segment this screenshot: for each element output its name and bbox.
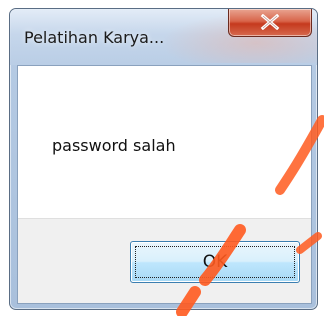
title-bar: Pelatihan Karya... [10, 9, 317, 65]
dialog-body: password salah OK [17, 65, 312, 304]
dialog-window: Pelatihan Karya... password salah OK [9, 8, 318, 310]
ok-button-label: OK [202, 252, 228, 272]
close-icon [260, 14, 280, 30]
dialog-title: Pelatihan Karya... [24, 28, 165, 47]
message-text: password salah [52, 136, 176, 155]
button-bar: OK [18, 218, 311, 303]
ok-button[interactable]: OK [130, 241, 300, 283]
close-button[interactable] [228, 9, 312, 37]
